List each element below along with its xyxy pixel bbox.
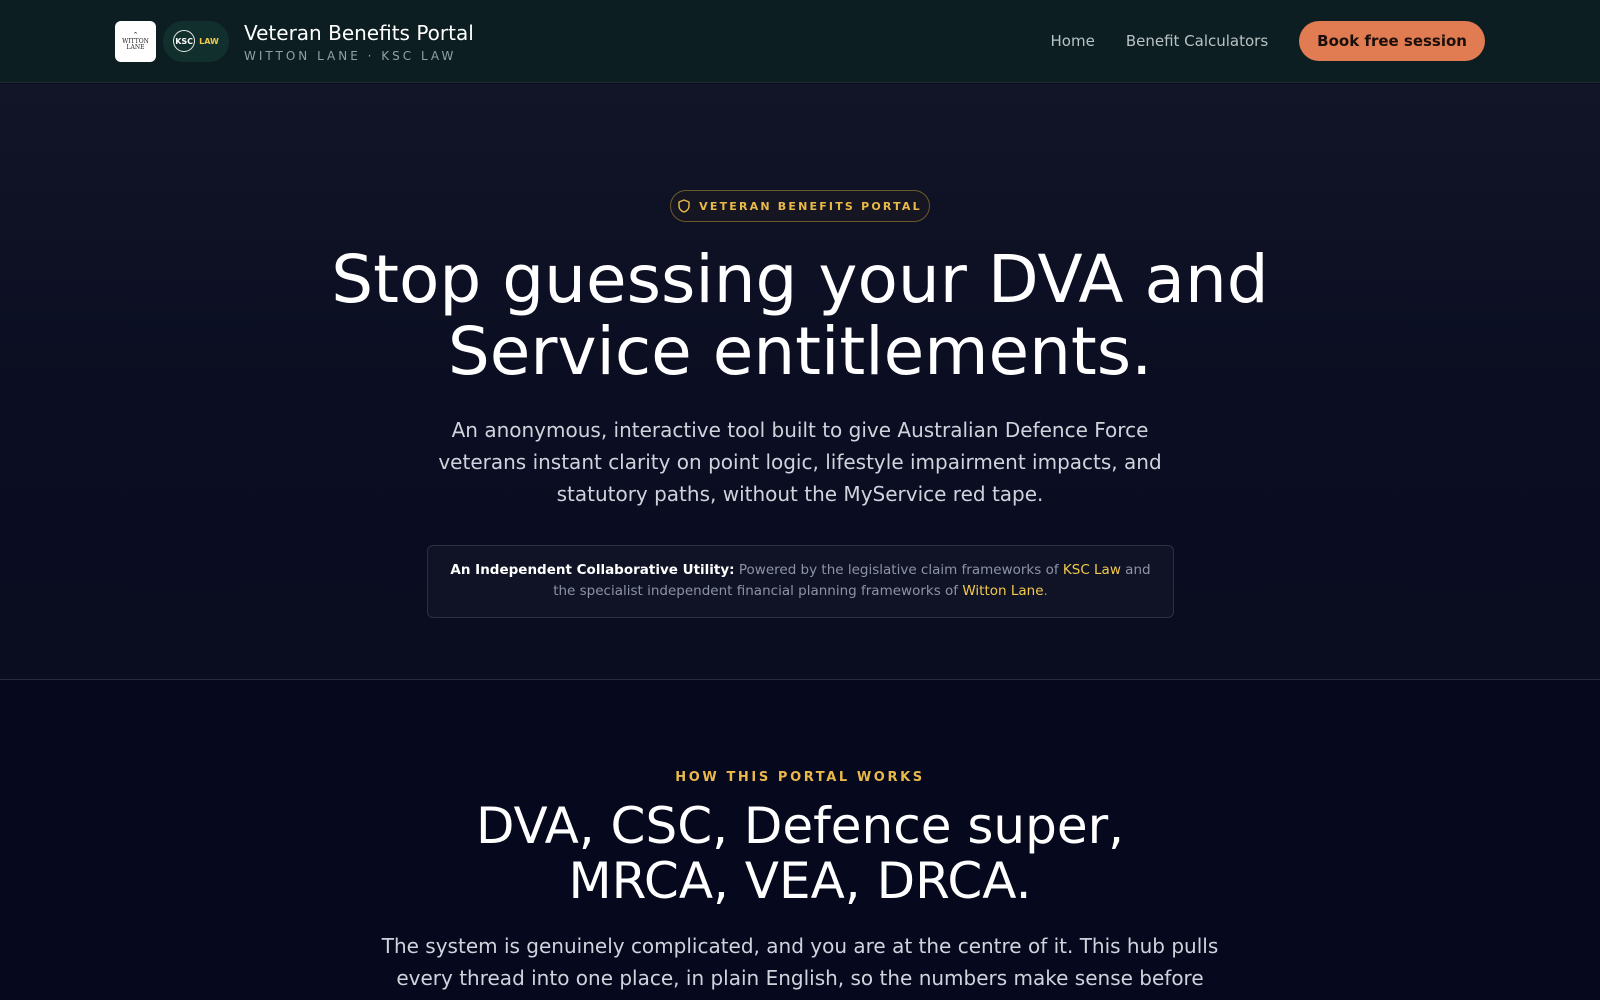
hero-lead: An anonymous, interactive tool built to … xyxy=(438,418,1162,506)
witton-lane-logo[interactable]: ⌃ WITTON LANE xyxy=(115,20,156,62)
book-free-session-button[interactable]: Book free session xyxy=(1299,21,1485,61)
main-nav: Home Benefit Calculators Book free sessi… xyxy=(1051,21,1485,61)
ksc-law-link[interactable]: KSC Law xyxy=(1063,562,1121,578)
brand: Veteran Benefits Portal WITTON LANE · KS… xyxy=(244,20,474,63)
collaboration-note: An Independent Collaborative Utility: Po… xyxy=(427,545,1174,618)
note-heading: An Independent Collaborative Utility: xyxy=(450,562,735,578)
nav-home[interactable]: Home xyxy=(1051,32,1095,50)
note-text-1: Powered by the legislative claim framewo… xyxy=(734,562,1063,578)
shield-icon xyxy=(678,199,690,213)
hero-title-line2: Service entitlements. xyxy=(447,313,1153,390)
witton-lane-mark-icon: ⌃ xyxy=(132,30,139,39)
hero-section: VETERAN BENEFITS PORTAL Stop guessing yo… xyxy=(0,84,1600,680)
hero-title: Stop guessing your DVA and Service entit… xyxy=(200,244,1400,388)
note-text-3: . xyxy=(1043,583,1048,599)
ksc-law-logo[interactable]: KSC LAW xyxy=(163,20,229,62)
site-title: Veteran Benefits Portal xyxy=(244,20,474,45)
nav-benefit-calculators[interactable]: Benefit Calculators xyxy=(1126,32,1268,50)
site-header: ⌃ WITTON LANE KSC LAW Veteran Benefits P… xyxy=(0,0,1600,83)
hero-title-line1: Stop guessing your DVA and xyxy=(331,241,1269,318)
site-subtitle: WITTON LANE · KSC LAW xyxy=(244,48,457,63)
section-eyebrow: HOW THIS PORTAL WORKS xyxy=(675,770,925,785)
section-title-line2: MRCA, VEA, DRCA. xyxy=(568,852,1032,910)
how-it-works-section: HOW THIS PORTAL WORKS DVA, CSC, Defence … xyxy=(0,681,1600,1000)
ksc-law-text: LAW xyxy=(199,36,219,46)
hero-badge: VETERAN BENEFITS PORTAL xyxy=(670,190,930,222)
witton-lane-link[interactable]: Witton Lane xyxy=(962,583,1043,599)
ksc-mark: KSC xyxy=(173,30,196,52)
section-title: DVA, CSC, Defence super, MRCA, VEA, DRCA… xyxy=(300,799,1300,909)
hero-badge-label: VETERAN BENEFITS PORTAL xyxy=(699,199,922,213)
section-title-line1: DVA, CSC, Defence super, xyxy=(475,797,1125,855)
section-lead: The system is genuinely complicated, and… xyxy=(381,934,1219,990)
logo-wl-line2: LANE xyxy=(126,43,145,51)
